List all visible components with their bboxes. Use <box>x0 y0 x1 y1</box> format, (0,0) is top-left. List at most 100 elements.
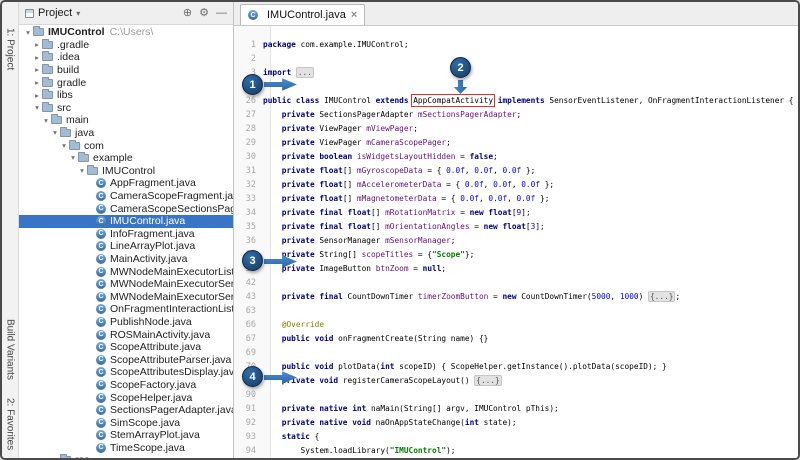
project-panel-title[interactable]: Project <box>38 7 72 19</box>
chevron-down-icon[interactable]: ▾ <box>68 154 78 162</box>
chevron-right-icon[interactable]: ▸ <box>32 92 42 100</box>
tree-item-libs[interactable]: ▸libs <box>19 89 233 102</box>
tree-item-scopeattribute.java[interactable]: CScopeAttribute.java <box>19 341 233 354</box>
code-line[interactable]: 36 private SensorManager mSensorManager; <box>234 234 798 248</box>
tree-item-publishnode.java[interactable]: CPublishNode.java <box>19 316 233 329</box>
close-icon[interactable]: × <box>351 10 357 21</box>
chevron-down-icon[interactable]: ▾ <box>50 129 60 137</box>
tree-item-.gradle[interactable]: ▸.gradle <box>19 39 233 52</box>
code-line[interactable]: 69 <box>234 346 798 360</box>
code-line[interactable]: 32 private float[] mAccelerometerData = … <box>234 178 798 192</box>
tree-item-java[interactable]: ▾java <box>19 127 233 140</box>
code-line[interactable]: 37 private String[] scopeTitles = {"Scop… <box>234 248 798 262</box>
tree-item-gradle[interactable]: ▸gradle <box>19 76 233 89</box>
code-line[interactable]: 25 <box>234 80 798 94</box>
line-number[interactable]: 43 <box>234 292 263 302</box>
line-number[interactable]: 26 <box>234 96 263 106</box>
chevron-right-icon[interactable]: ▸ <box>32 66 42 74</box>
stripe-button-project[interactable]: 1: Project <box>5 28 16 70</box>
line-number[interactable]: 94 <box>234 446 263 456</box>
tree-item-main[interactable]: ▾main <box>19 114 233 127</box>
line-number[interactable]: 66 <box>234 320 263 330</box>
line-number[interactable]: 30 <box>234 152 263 162</box>
tree-item-linearrayplot.java[interactable]: CLineArrayPlot.java <box>19 240 233 253</box>
line-number[interactable]: 92 <box>234 418 263 428</box>
code-line[interactable]: 38 private ImageButton btnZoom = null; <box>234 262 798 276</box>
tree-item-rosmainactivity.java[interactable]: CROSMainActivity.java <box>19 328 233 341</box>
code-line[interactable]: 29 private ViewPager mCameraScopePager; <box>234 136 798 150</box>
line-number[interactable]: 69 <box>234 348 263 358</box>
tree-item-imucontrol[interactable]: ▾IMUControlC:\Users\ <box>19 26 233 39</box>
line-number[interactable]: 35 <box>234 222 263 232</box>
tree-item-timescope.java[interactable]: CTimeScope.java <box>19 442 233 455</box>
tree-item-res[interactable]: ▸res <box>19 454 233 458</box>
line-number[interactable]: 63 <box>234 306 263 316</box>
line-number[interactable]: 91 <box>234 404 263 414</box>
chevron-right-icon[interactable]: ▸ <box>32 54 42 62</box>
tree-item-example[interactable]: ▾example <box>19 152 233 165</box>
chevron-right-icon[interactable]: ▸ <box>32 41 42 49</box>
code-line[interactable]: 67 public void onFragmentCreate(String n… <box>234 332 798 346</box>
caret-down-icon[interactable]: ▾ <box>76 9 80 18</box>
tree-item-mwnodemainexecutorlistener.java[interactable]: CMWNodeMainExecutorListener.java <box>19 265 233 278</box>
tab-imucontrol-java[interactable]: C IMUControl.java × <box>240 4 365 25</box>
tree-item-camerascopesectionspageradapter.java[interactable]: CCameraScopeSectionsPagerAdapter.java <box>19 202 233 215</box>
code-line[interactable]: 66 @Override <box>234 318 798 332</box>
code-line[interactable]: 31 private float[] mGyroscopeData = { 0.… <box>234 164 798 178</box>
code-line[interactable]: 34 private final float[] mRotationMatrix… <box>234 206 798 220</box>
code-line[interactable]: 28 private ViewPager mViewPager; <box>234 122 798 136</box>
target-icon[interactable]: ⊕ <box>183 8 192 19</box>
tree-item-mainactivity.java[interactable]: CMainActivity.java <box>19 253 233 266</box>
gear-icon[interactable]: ⚙ <box>199 8 209 19</box>
tree-item-scopeattributeparser.java[interactable]: CScopeAttributeParser.java <box>19 353 233 366</box>
code-line[interactable]: 35 private final float[] mOrientationAng… <box>234 220 798 234</box>
tree-item-stemarrayplot.java[interactable]: CStemArrayPlot.java <box>19 429 233 442</box>
chevron-down-icon[interactable]: ▾ <box>59 142 69 150</box>
tree-item-scopeattributesdisplay.java[interactable]: CScopeAttributesDisplay.java <box>19 366 233 379</box>
code-line[interactable]: 92 private native void naOnAppStateChang… <box>234 416 798 430</box>
tree-item-imucontrol.java[interactable]: CIMUControl.java <box>19 215 233 228</box>
chevron-down-icon[interactable]: ▾ <box>77 167 87 175</box>
tree-item-infofragment.java[interactable]: CInfoFragment.java <box>19 228 233 241</box>
code-line[interactable]: 94 System.loadLibrary("IMUControl"); <box>234 444 798 458</box>
tree-item-com[interactable]: ▾com <box>19 139 233 152</box>
chevron-down-icon[interactable]: ▾ <box>23 29 33 37</box>
code-line[interactable]: 42 <box>234 276 798 290</box>
line-number[interactable]: 27 <box>234 110 263 120</box>
line-number[interactable]: 36 <box>234 236 263 246</box>
code-line[interactable]: 70 public void plotData(int scopeID) { S… <box>234 360 798 374</box>
tree-item-appfragment.java[interactable]: CAppFragment.java <box>19 177 233 190</box>
code-line[interactable]: 2 <box>234 52 798 66</box>
tree-item-onfragmentinteractionlistener.java[interactable]: COnFragmentInteractionListener.java <box>19 303 233 316</box>
stripe-button-favorites[interactable]: 2: Favorites <box>5 398 16 450</box>
code-line[interactable]: 93 static { <box>234 430 798 444</box>
tree-item-.idea[interactable]: ▸.idea <box>19 51 233 64</box>
code-line[interactable]: 30 private boolean isWidgetsLayoutHidden… <box>234 150 798 164</box>
tree-item-scopefactory.java[interactable]: CScopeFactory.java <box>19 379 233 392</box>
tree-item-mwnodemainexecutorservicelistener.java[interactable]: CMWNodeMainExecutorServiceListener.java <box>19 290 233 303</box>
chevron-down-icon[interactable]: ▾ <box>41 117 51 125</box>
line-number[interactable]: 32 <box>234 180 263 190</box>
code-line[interactable]: 72 private void registerCameraScopeLayou… <box>234 374 798 388</box>
code-line[interactable]: 27 private SectionsPagerAdapter mSection… <box>234 108 798 122</box>
code-line[interactable]: 90 <box>234 388 798 402</box>
line-number[interactable]: 29 <box>234 138 263 148</box>
line-number[interactable]: 31 <box>234 166 263 176</box>
tree-item-scopehelper.java[interactable]: CScopeHelper.java <box>19 391 233 404</box>
line-number[interactable]: 34 <box>234 208 263 218</box>
line-number[interactable]: 1 <box>234 40 263 50</box>
hide-icon[interactable]: — <box>216 8 227 19</box>
stripe-button-build-variants[interactable]: Build Variants <box>5 319 16 380</box>
line-number[interactable]: 2 <box>234 54 263 64</box>
code-line[interactable]: 33 private float[] mMagnetometerData = {… <box>234 192 798 206</box>
line-number[interactable]: 28 <box>234 124 263 134</box>
line-number[interactable]: 93 <box>234 432 263 442</box>
tree-item-camerascopefragment.java[interactable]: CCameraScopeFragment.java <box>19 190 233 203</box>
line-number[interactable]: 67 <box>234 334 263 344</box>
code-line[interactable]: 63 <box>234 304 798 318</box>
chevron-right-icon[interactable]: ▸ <box>32 79 42 87</box>
tree-item-build[interactable]: ▸build <box>19 64 233 77</box>
code-line[interactable]: 91 private native int naMain(String[] ar… <box>234 402 798 416</box>
chevron-right-icon[interactable]: ▸ <box>50 457 60 458</box>
line-number[interactable]: 42 <box>234 278 263 288</box>
